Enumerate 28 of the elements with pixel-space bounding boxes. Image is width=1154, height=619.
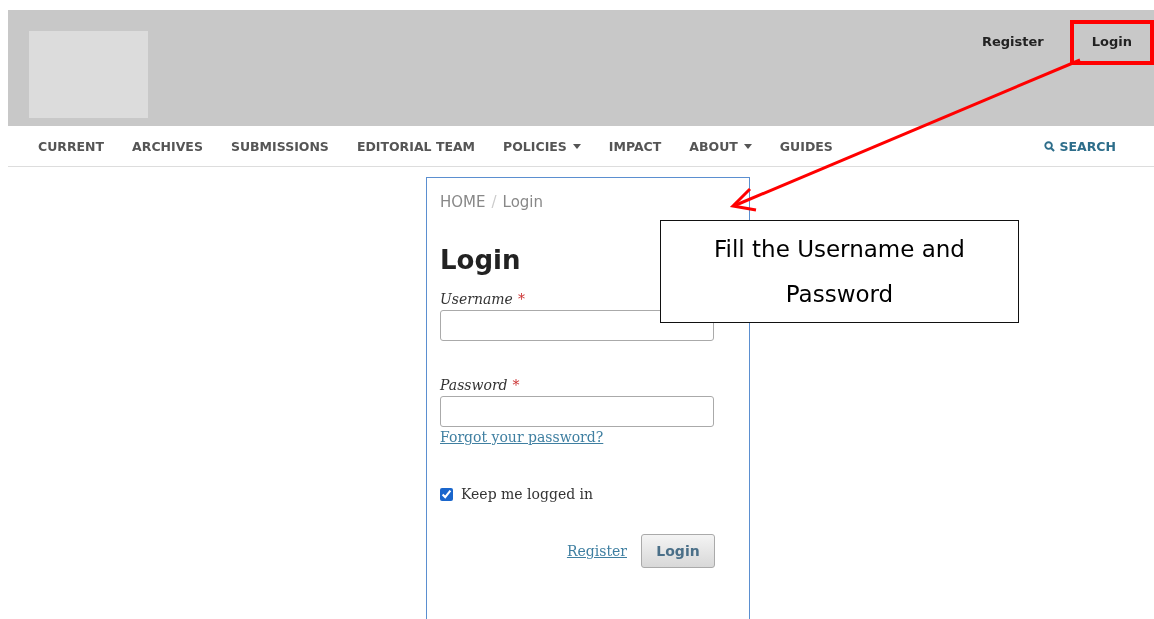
nav-link[interactable]: GUIDES [779,138,833,154]
required-mark: * [517,291,525,307]
nav-link[interactable]: POLICIES [503,138,581,154]
field-label: Password [440,377,508,393]
login-button[interactable]: Login [641,534,715,568]
field-label: Username [440,291,513,307]
search-icon [1043,140,1055,152]
nav-link[interactable]: EDITORIAL TEAM [356,138,476,154]
register-link[interactable]: Register [960,20,1066,65]
page-title: Login [440,245,522,275]
username-field[interactable] [440,310,714,341]
breadcrumb-separator: / [491,193,497,211]
breadcrumb-item[interactable]: HOME [440,193,486,211]
nav-link[interactable]: SUBMISSIONS [230,138,329,154]
required-mark: * [512,377,520,393]
login-link[interactable]: Login [1069,20,1154,65]
nav-link[interactable]: CURRENT [38,138,105,154]
register-link[interactable]: Register [566,543,627,559]
password-field[interactable] [440,396,714,427]
nav-link[interactable]: IMPACT [608,138,662,154]
forgot-password-link[interactable]: Forgot your password? [440,429,604,445]
callout-box: Fill the Username and Password [660,220,1019,323]
nav-link[interactable]: ABOUT [689,138,752,154]
breadcrumb-item: Login [502,193,544,211]
nav-link[interactable]: ARCHIVES [132,138,203,154]
search-link[interactable]: SEARCH [1043,138,1116,154]
remember-checkbox[interactable] [440,487,453,501]
remember-label: Keep me logged in [461,486,594,502]
